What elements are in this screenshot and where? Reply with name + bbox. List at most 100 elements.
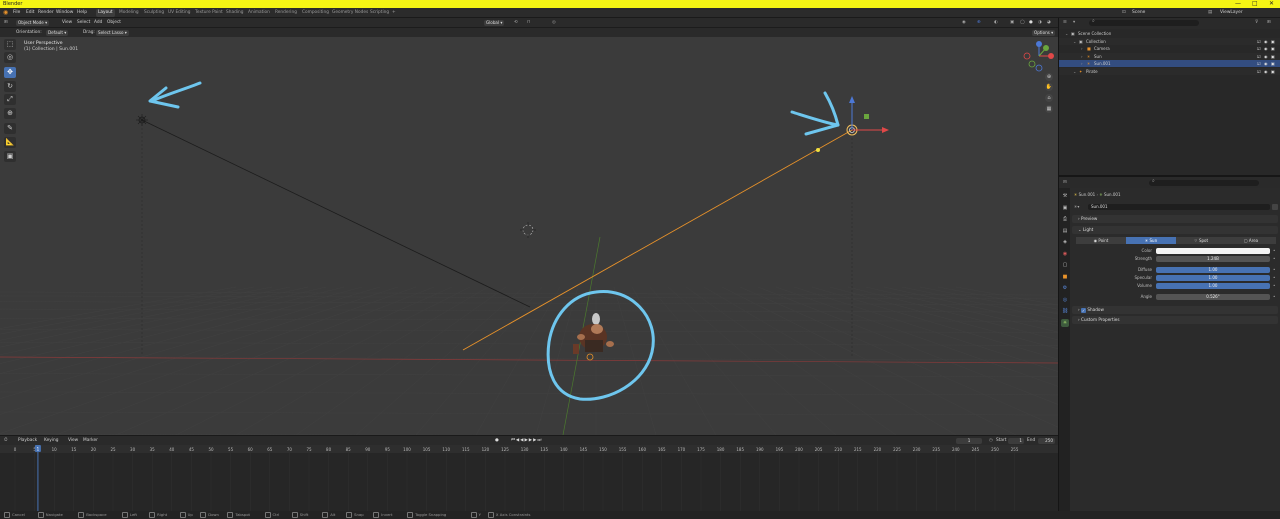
eye-icon[interactable]: ◉ bbox=[1264, 60, 1268, 67]
new-collection-icon[interactable]: ⊞ bbox=[1267, 18, 1271, 28]
shading-material-icon[interactable]: ◑ bbox=[1038, 18, 1042, 28]
timeline-area[interactable]: 0 5 10 15 20 25 30 35 40 45 50 55 60 65 70 75 80 85 90 95 10… bbox=[0, 445, 1058, 511]
annotate-tool[interactable]: ✎ bbox=[4, 123, 16, 134]
navigation-gizmo[interactable] bbox=[1022, 39, 1056, 73]
outliner-editor-icon[interactable]: ☰ bbox=[1063, 18, 1067, 28]
datablock-fake-user[interactable] bbox=[1272, 203, 1278, 210]
overlays-icon[interactable]: ◐ bbox=[994, 18, 998, 28]
timeline-canvas[interactable]: 0 5 10 15 20 25 30 35 40 45 50 55 60 65 70 75 80 85 90 95 10… bbox=[0, 445, 1058, 511]
workspace-tab-compositing[interactable]: Compositing bbox=[300, 9, 331, 17]
physics-tab-icon[interactable]: ◎ bbox=[1061, 296, 1069, 304]
workspace-tab-texture-paint[interactable]: Texture Paint bbox=[193, 9, 225, 17]
eye-icon[interactable]: ◉ bbox=[1264, 68, 1268, 75]
cursor-tool[interactable]: ◎ bbox=[4, 52, 16, 63]
outliner-row[interactable]: ⌄ ▣ Collection ☑ ◉ ▣ bbox=[1059, 37, 1280, 45]
datablock-name-field[interactable]: Sun.001 bbox=[1088, 203, 1270, 210]
collection-tab-icon[interactable]: ▢ bbox=[1061, 261, 1069, 269]
zoom-icon[interactable]: ⊕ bbox=[1045, 73, 1053, 81]
workspace-tab-scripting[interactable]: Scripting bbox=[368, 9, 391, 17]
light-type-area[interactable]: ▢ Area bbox=[1226, 237, 1276, 244]
pivot-icon[interactable]: ⟲ bbox=[514, 18, 518, 28]
specular-field[interactable]: 1.00 bbox=[1156, 274, 1270, 281]
mode-dropdown[interactable]: Object Mode ▾ bbox=[16, 20, 50, 26]
menu-help[interactable]: Help bbox=[77, 8, 87, 18]
move-tool[interactable]: ✥ bbox=[4, 67, 16, 78]
checkbox-icon[interactable]: ☑ bbox=[1257, 68, 1261, 75]
workspace-tab-sculpting[interactable]: Sculpting bbox=[142, 9, 166, 17]
data-tab-icon[interactable]: ✳ bbox=[1061, 318, 1069, 327]
expand-arrow-icon[interactable]: ⌄ bbox=[1065, 30, 1068, 37]
keyframe-dot-icon[interactable]: • bbox=[1273, 274, 1275, 281]
gizmo-toggle-icon[interactable]: ⊕ bbox=[977, 18, 981, 28]
checkbox-icon[interactable]: ☑ bbox=[1257, 60, 1261, 67]
eye-icon[interactable]: ◉ bbox=[1264, 38, 1268, 45]
transform-orientation-dropdown[interactable]: Global ▾ bbox=[484, 20, 505, 26]
camera-view-icon[interactable]: ⌂ bbox=[1045, 94, 1053, 102]
rotate-tool[interactable]: ↻ bbox=[4, 81, 16, 92]
tool-tab-icon[interactable]: ⚒ bbox=[1061, 192, 1069, 200]
menu-select[interactable]: Select bbox=[77, 18, 90, 28]
proportional-edit-icon[interactable]: ◎ bbox=[552, 18, 556, 28]
camera-render-icon[interactable]: ▣ bbox=[1271, 45, 1275, 52]
light-type-sun[interactable]: ✳ Sun bbox=[1126, 237, 1176, 244]
eye-icon[interactable]: ◉ bbox=[1264, 53, 1268, 60]
sun001-handle[interactable] bbox=[816, 148, 820, 152]
pan-hand-icon[interactable]: ✋ bbox=[1045, 83, 1053, 91]
menu-object[interactable]: Object bbox=[107, 18, 121, 28]
camera-render-icon[interactable]: ▣ bbox=[1271, 60, 1275, 67]
workspace-tab-animation[interactable]: Animation bbox=[246, 9, 272, 17]
sun-light-object[interactable] bbox=[136, 114, 148, 126]
light-panel-header[interactable]: ⌄ Light bbox=[1072, 226, 1278, 234]
workspace-tab-rendering[interactable]: Rendering bbox=[273, 9, 299, 17]
light-type-point[interactable]: ◉ Point bbox=[1076, 237, 1126, 244]
menu-render[interactable]: Render bbox=[38, 8, 54, 18]
expand-arrow-icon[interactable]: › bbox=[1081, 45, 1083, 52]
menu-window[interactable]: Window bbox=[56, 8, 73, 18]
strength-field[interactable]: 1.24B bbox=[1156, 255, 1270, 262]
select-box-tool[interactable]: ⬚ bbox=[4, 39, 16, 50]
outliner-row[interactable]: ⌄ ▣ Scene Collection bbox=[1059, 30, 1280, 37]
outliner-row[interactable]: › ■ Camera ☑ ◉ ▣ bbox=[1059, 45, 1280, 52]
expand-arrow-icon[interactable]: ⌄ bbox=[1073, 38, 1076, 45]
current-frame-field[interactable]: 1 bbox=[956, 438, 982, 444]
custom-properties-header[interactable]: › Custom Properties bbox=[1072, 316, 1278, 324]
viewport-canvas[interactable] bbox=[0, 37, 1058, 435]
xray-icon[interactable]: ▣ bbox=[1010, 18, 1014, 28]
snap-icon[interactable]: ⊓ bbox=[527, 18, 530, 28]
outliner-row[interactable]: ⌄ ✦ Pirate ☑ ◉ ▣ bbox=[1059, 67, 1280, 75]
scene-selector[interactable]: Scene bbox=[1132, 8, 1145, 18]
scene-tab-icon[interactable]: ◈ bbox=[1061, 238, 1069, 246]
orientation-dropdown[interactable]: Default ▾ bbox=[46, 29, 69, 36]
maximize-button[interactable]: □ bbox=[1252, 0, 1258, 8]
menu-edit[interactable]: Edit bbox=[26, 8, 35, 18]
start-field[interactable]: 1 bbox=[1008, 438, 1024, 444]
options-dropdown[interactable]: Options ▾ bbox=[1032, 29, 1056, 36]
keyframe-dot-icon[interactable]: • bbox=[1273, 282, 1275, 289]
camera-render-icon[interactable]: ▣ bbox=[1271, 38, 1275, 45]
world-tab-icon[interactable]: ◉ bbox=[1061, 250, 1069, 258]
menu-add[interactable]: Add bbox=[94, 18, 102, 28]
close-button[interactable]: ✕ bbox=[1269, 0, 1274, 8]
workspace-tab-geometry-nodes[interactable]: Geometry Nodes bbox=[330, 9, 370, 17]
keyframe-dot-icon[interactable]: • bbox=[1273, 247, 1275, 254]
checkbox-icon[interactable]: ☑ bbox=[1257, 38, 1261, 45]
eye-icon[interactable]: ◉ bbox=[1264, 45, 1268, 52]
visibility-icon[interactable]: ◉ bbox=[962, 18, 966, 28]
add-cube-tool[interactable]: ▣ bbox=[4, 151, 16, 162]
menu-file[interactable]: File bbox=[13, 8, 20, 18]
output-tab-icon[interactable]: ⎙ bbox=[1061, 215, 1069, 223]
keyframe-dot-icon[interactable]: • bbox=[1273, 266, 1275, 273]
filter-icon[interactable]: ⊽ bbox=[1255, 18, 1258, 28]
diffuse-field[interactable]: 1.00 bbox=[1156, 266, 1270, 273]
workspace-tab-uv-editing[interactable]: UV Editing bbox=[166, 9, 192, 17]
scale-tool[interactable]: ⤢ bbox=[4, 94, 16, 105]
expand-arrow-icon[interactable]: › bbox=[1081, 60, 1083, 67]
3d-cursor[interactable] bbox=[520, 222, 536, 238]
camera-render-icon[interactable]: ▣ bbox=[1271, 53, 1275, 60]
camera-render-icon[interactable]: ▣ bbox=[1271, 68, 1275, 75]
shadow-checkbox[interactable]: ✓ bbox=[1081, 307, 1087, 313]
perspective-toggle-icon[interactable]: ▦ bbox=[1045, 105, 1053, 113]
properties-editor-icon[interactable]: ⊟ bbox=[1063, 178, 1067, 188]
shading-solid-icon[interactable]: ● bbox=[1029, 18, 1033, 28]
shadow-panel-header[interactable]: › ✓ Shadow bbox=[1072, 306, 1278, 314]
